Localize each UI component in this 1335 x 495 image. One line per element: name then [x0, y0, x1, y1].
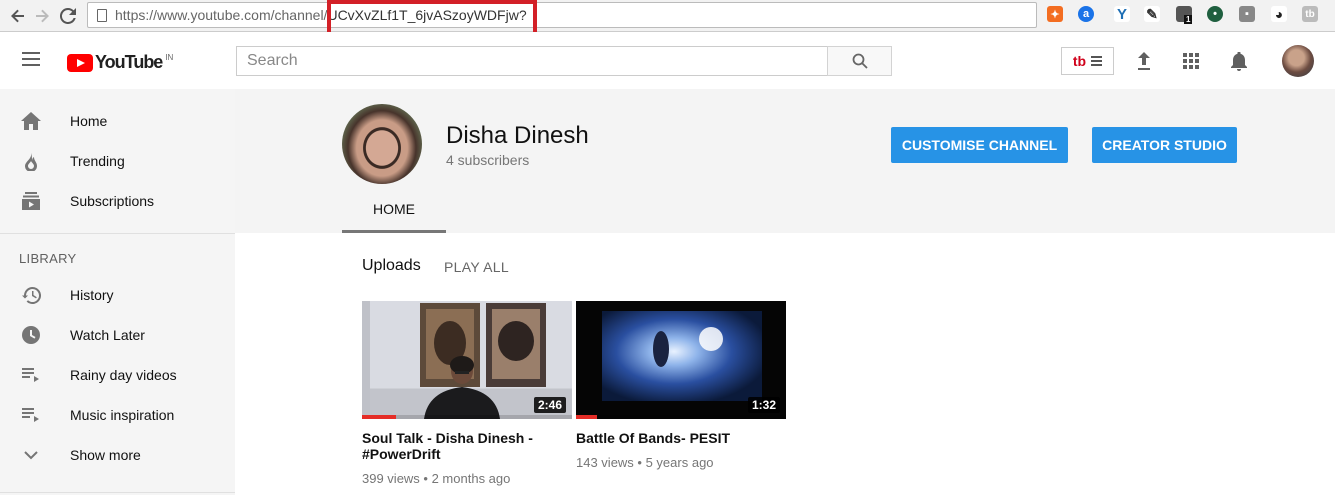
tab-home[interactable]: HOME — [342, 187, 446, 233]
search-icon — [852, 53, 868, 69]
extension-badge: 1 — [1184, 15, 1193, 24]
view-count: 143 views — [576, 455, 634, 470]
page-icon — [97, 8, 107, 22]
library-heading: LIBRARY — [19, 251, 77, 266]
video-title[interactable]: Battle Of Bands- PESIT — [576, 430, 786, 446]
back-arrow-icon[interactable] — [8, 6, 28, 26]
sidebar-item-playlist[interactable]: Music inspiration — [0, 395, 235, 435]
flame-icon — [21, 151, 41, 171]
logo-region: IN — [165, 53, 174, 62]
subscriber-count: 4 subscribers — [446, 152, 530, 168]
clock-icon — [21, 325, 41, 345]
bell-icon[interactable] — [1229, 51, 1249, 71]
video-meta: 143 views • 5 years ago — [576, 455, 714, 470]
upload-age: 2 months ago — [431, 471, 511, 486]
sidebar-item-subscriptions[interactable]: Subscriptions — [0, 181, 235, 221]
extension-chat-icon[interactable]: • — [1207, 6, 1223, 22]
sidebar-item-label: Music inspiration — [70, 407, 175, 423]
menu-lines-icon — [1091, 56, 1103, 66]
sidebar-item-label: History — [70, 287, 114, 303]
customise-channel-button[interactable]: CUSTOMISE CHANNEL — [891, 127, 1068, 163]
forward-arrow-icon[interactable] — [32, 6, 52, 26]
playlist-icon — [21, 365, 41, 385]
watch-progress-bar — [362, 415, 572, 419]
browser-toolbar: https://www.youtube.com/channel/UCvXvZLf… — [0, 0, 1335, 39]
video-title-line: #PowerDrift — [362, 446, 441, 462]
url-base: https://www.youtube.com/channel/ — [115, 7, 328, 23]
sidebar-item-trending[interactable]: Trending — [0, 141, 235, 181]
sidebar-item-label: Rainy day videos — [70, 367, 177, 383]
tubebuddy-button[interactable]: tb — [1061, 47, 1114, 75]
upload-age: 5 years ago — [645, 455, 714, 470]
video-meta: 399 views • 2 months ago — [362, 471, 511, 486]
sidebar-divider — [0, 492, 235, 493]
sidebar-item-label: Home — [70, 113, 108, 129]
sidebar-item-label: Subscriptions — [70, 193, 155, 209]
apps-grid-icon[interactable] — [1181, 51, 1201, 71]
sidebar-item-label: Show more — [70, 447, 141, 463]
sidebar-item-watch-later[interactable]: Watch Later — [0, 315, 235, 355]
tubebuddy-label: tb — [1072, 53, 1087, 69]
history-icon — [21, 285, 41, 305]
search-input[interactable]: Search — [236, 46, 828, 76]
video-duration: 1:32 — [747, 397, 780, 413]
search-button[interactable] — [827, 46, 892, 76]
youtube-play-icon — [67, 53, 93, 72]
home-icon — [21, 111, 41, 131]
uploads-heading[interactable]: Uploads — [362, 257, 421, 275]
youtube-logo[interactable]: YouTube IN — [67, 52, 173, 73]
video-thumbnail[interactable]: 1:32 — [576, 301, 786, 419]
extension-bird-icon[interactable]: ◕ — [1271, 6, 1287, 22]
extension-y-icon[interactable]: Y — [1114, 6, 1130, 23]
play-all-button[interactable]: PLAY ALL — [444, 259, 509, 275]
upload-icon[interactable] — [1134, 51, 1154, 71]
video-thumbnail[interactable]: 2:46 — [362, 301, 572, 419]
video-title-line: Battle Of Bands- PESIT — [576, 430, 731, 446]
sidebar-divider — [0, 233, 235, 234]
extension-puzzle-icon[interactable]: 1 — [1176, 6, 1193, 24]
video-title[interactable]: Soul Talk - Disha Dinesh - #PowerDrift — [362, 430, 572, 462]
channel-name: Disha Dinesh — [446, 122, 589, 149]
sidebar-item-home[interactable]: Home — [0, 101, 235, 141]
youtube-header: YouTube IN Search tb — [0, 32, 1335, 89]
reload-icon[interactable] — [58, 6, 78, 26]
extension-square-icon[interactable]: ▪ — [1239, 6, 1255, 22]
playlist-icon — [21, 405, 41, 425]
chevron-down-icon — [21, 445, 41, 465]
video-title-line: Soul Talk - Disha Dinesh - — [362, 430, 533, 446]
logo-word: YouTube — [95, 52, 163, 72]
address-bar[interactable]: https://www.youtube.com/channel/UCvXvZLf… — [87, 2, 1037, 28]
watch-progress-bar — [576, 415, 786, 419]
sidebar-item-playlist[interactable]: Rainy day videos — [0, 355, 235, 395]
extension-a-icon[interactable]: a — [1078, 6, 1094, 22]
creator-studio-button[interactable]: CREATOR STUDIO — [1092, 127, 1237, 163]
extension-fox-icon[interactable]: ✦ — [1047, 6, 1063, 22]
extension-tb-icon[interactable]: tb — [1302, 6, 1318, 22]
eyedropper-icon[interactable]: ✎ — [1144, 6, 1160, 22]
hamburger-menu-icon[interactable] — [22, 52, 40, 66]
sidebar-item-label: Trending — [70, 153, 125, 169]
channel-avatar[interactable] — [342, 104, 422, 184]
sidebar-item-label: Watch Later — [70, 327, 145, 343]
sidebar: Home Trending Subscriptions LIBRARY Hist… — [0, 89, 235, 495]
sidebar-item-history[interactable]: History — [0, 275, 235, 315]
sidebar-item-show-more[interactable]: Show more — [0, 435, 235, 475]
account-avatar[interactable] — [1282, 45, 1314, 77]
view-count: 399 views — [362, 471, 420, 486]
subscriptions-icon — [21, 191, 41, 211]
video-duration: 2:46 — [533, 397, 566, 413]
